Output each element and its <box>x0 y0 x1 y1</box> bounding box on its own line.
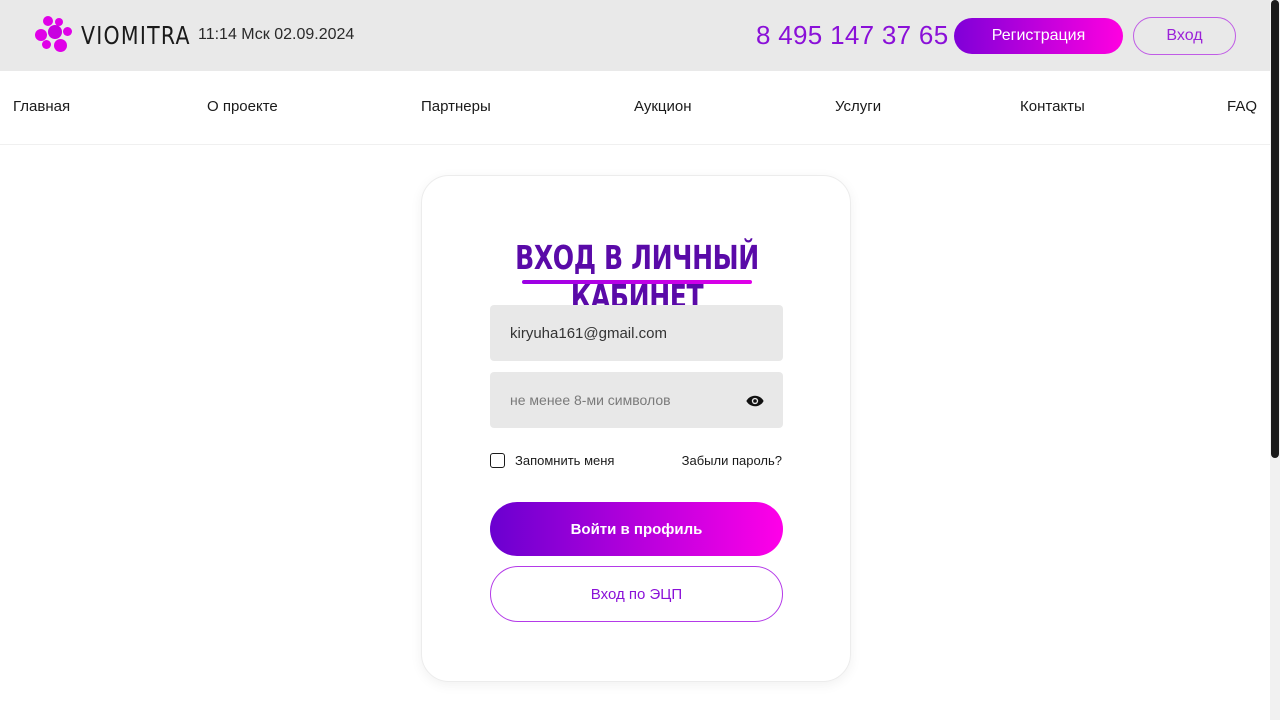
checkbox-icon[interactable] <box>490 453 505 468</box>
main-nav: Главная О проекте Партнеры Аукцион Услуг… <box>0 71 1270 145</box>
password-field-wrapper <box>490 372 783 428</box>
nav-item-contacts[interactable]: Контакты <box>1020 98 1085 115</box>
logo[interactable]: VIOMITRA <box>35 16 215 54</box>
password-field[interactable] <box>490 372 783 428</box>
remember-me-label: Запомнить меня <box>515 453 615 468</box>
top-bar: VIOMITRA 11:14 Мск 02.09.2024 8 495 147 … <box>0 0 1270 71</box>
title-underline <box>522 280 752 284</box>
molecule-logo-icon <box>35 16 73 54</box>
login-card: Вход в личный кабинет Запомнить меня Заб… <box>421 175 851 682</box>
scrollbar-thumb[interactable] <box>1271 0 1279 458</box>
remember-me[interactable]: Запомнить меня <box>490 453 614 468</box>
scrollbar[interactable] <box>1270 0 1280 720</box>
phone-number[interactable]: 8 495 147 37 65 <box>756 20 948 51</box>
nav-item-faq[interactable]: FAQ <box>1227 98 1257 115</box>
email-field-wrapper <box>490 305 783 361</box>
ecp-login-button[interactable]: Вход по ЭЦП <box>490 566 783 622</box>
email-field[interactable] <box>490 305 783 361</box>
register-button[interactable]: Регистрация <box>954 18 1123 54</box>
nav-item-auction[interactable]: Аукцион <box>634 98 692 115</box>
datetime: 11:14 Мск 02.09.2024 <box>198 26 355 43</box>
nav-item-home[interactable]: Главная <box>13 98 70 115</box>
nav-item-about[interactable]: О проекте <box>207 98 278 115</box>
nav-item-services[interactable]: Услуги <box>835 98 881 115</box>
eye-icon[interactable] <box>746 394 764 408</box>
logo-text: VIOMITRA <box>81 20 191 50</box>
login-button[interactable]: Вход <box>1133 17 1236 55</box>
nav-item-partners[interactable]: Партнеры <box>421 98 491 115</box>
forgot-password-link[interactable]: Забыли пароль? <box>682 453 782 468</box>
login-submit-button[interactable]: Войти в профиль <box>490 502 783 556</box>
